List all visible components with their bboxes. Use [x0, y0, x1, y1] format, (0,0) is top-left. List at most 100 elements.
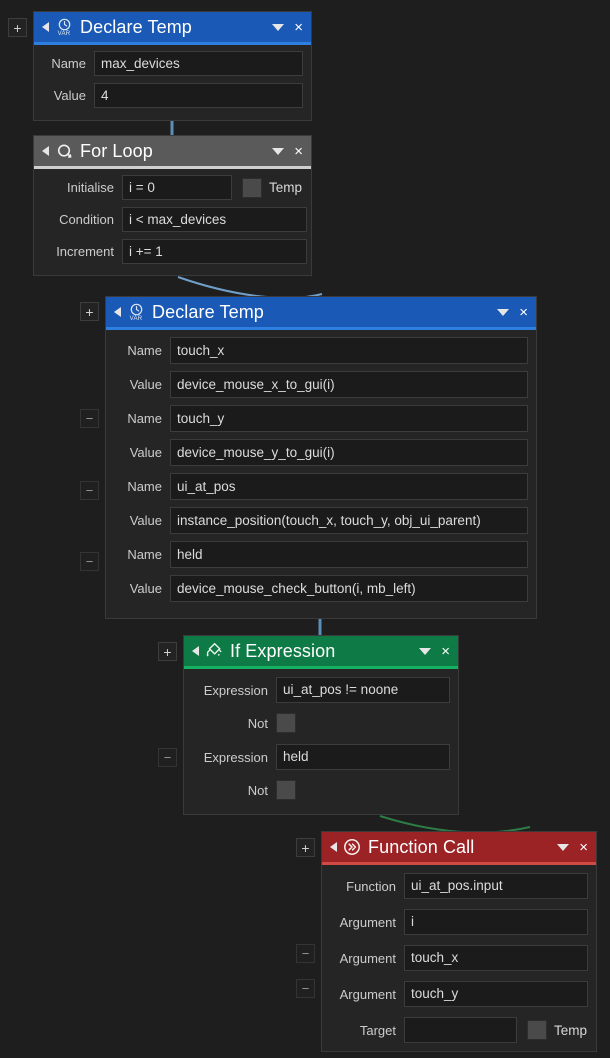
close-icon[interactable]: ×	[519, 305, 528, 320]
field-row: Name max_devices	[42, 51, 303, 76]
field-row: Argument touch_x	[326, 945, 588, 971]
wire-forloop-to-declare2	[178, 277, 322, 298]
field-label: Expression	[188, 683, 276, 698]
argument-input[interactable]: touch_x	[404, 945, 588, 971]
clock-var-icon: VAR	[126, 301, 146, 323]
plus-icon: +	[13, 21, 21, 35]
plus-icon: +	[85, 305, 93, 319]
collapse-triangle-icon[interactable]	[114, 307, 121, 317]
loop-icon	[54, 140, 74, 162]
node-header[interactable]: For Loop ×	[34, 136, 311, 166]
field-label: Value	[114, 377, 170, 392]
field-label: Initialise	[42, 180, 122, 195]
add-block-button-funccall[interactable]: +	[296, 838, 315, 857]
collapse-triangle-icon[interactable]	[330, 842, 337, 852]
node-function-call[interactable]: Function Call × Function ui_at_pos.input…	[321, 831, 597, 1052]
node-header[interactable]: VAR Declare Temp ×	[34, 12, 311, 42]
name-input[interactable]: ui_at_pos	[170, 473, 528, 500]
increment-input[interactable]: i += 1	[122, 239, 307, 264]
field-label: Argument	[326, 915, 404, 930]
name-input[interactable]: touch_x	[170, 337, 528, 364]
field-label: Not	[188, 783, 276, 798]
value-input[interactable]: 4	[94, 83, 303, 108]
remove-row-button-declare2-3[interactable]: −	[80, 552, 99, 571]
node-header[interactable]: Function Call ×	[322, 832, 596, 862]
var-sublabel: VAR	[58, 31, 71, 37]
remove-row-button-ifexpr-1[interactable]: −	[158, 748, 177, 767]
node-declare-temp-2[interactable]: VAR Declare Temp × Name touch_x Value de…	[105, 296, 537, 619]
temp-checkbox[interactable]	[242, 178, 262, 198]
node-title: Declare Temp	[80, 17, 192, 38]
minus-icon: −	[302, 947, 310, 961]
initialise-input[interactable]: i = 0	[122, 175, 232, 200]
remove-row-button-declare2-1[interactable]: −	[80, 409, 99, 428]
not-checkbox[interactable]	[276, 780, 296, 800]
chevron-down-icon[interactable]	[497, 309, 509, 316]
name-input[interactable]: max_devices	[94, 51, 303, 76]
target-input[interactable]	[404, 1017, 517, 1043]
node-declare-temp-1[interactable]: VAR Declare Temp × Name max_devices Valu…	[33, 11, 312, 121]
collapse-triangle-icon[interactable]	[42, 146, 49, 156]
collapse-triangle-icon[interactable]	[42, 22, 49, 32]
field-label: Value	[114, 581, 170, 596]
remove-row-button-funccall-2[interactable]: −	[296, 979, 315, 998]
minus-icon: −	[86, 412, 94, 426]
value-input[interactable]: device_mouse_x_to_gui(i)	[170, 371, 528, 398]
value-input[interactable]: instance_position(touch_x, touch_y, obj_…	[170, 507, 528, 534]
field-row: Argument i	[326, 909, 588, 935]
node-header[interactable]: VAR Declare Temp ×	[106, 297, 536, 327]
field-row: Value instance_position(touch_x, touch_y…	[114, 507, 528, 534]
node-body: Name touch_x Value device_mouse_x_to_gui…	[106, 330, 536, 610]
chevron-down-icon[interactable]	[272, 24, 284, 31]
node-title: Function Call	[368, 837, 474, 858]
field-row: Value device_mouse_x_to_gui(i)	[114, 371, 528, 398]
field-label: Name	[114, 343, 170, 358]
field-row: Condition i < max_devices	[42, 207, 303, 232]
minus-icon: −	[86, 484, 94, 498]
node-header[interactable]: If Expression ×	[184, 636, 458, 666]
close-icon[interactable]: ×	[579, 840, 588, 855]
field-label: Target	[326, 1023, 404, 1038]
close-icon[interactable]: ×	[294, 144, 303, 159]
node-graph-canvas: + + − − − + − + − − VAR Declare Temp × N…	[0, 0, 610, 1058]
node-if-expression[interactable]: If Expression × Expression ui_at_pos != …	[183, 635, 459, 815]
close-icon[interactable]: ×	[294, 20, 303, 35]
field-label: Value	[114, 513, 170, 528]
temp-checkbox[interactable]	[527, 1020, 547, 1040]
field-row: Name held	[114, 541, 528, 568]
chevron-down-icon[interactable]	[272, 148, 284, 155]
function-input[interactable]: ui_at_pos.input	[404, 873, 588, 899]
chevron-down-icon[interactable]	[557, 844, 569, 851]
add-block-button-declare1[interactable]: +	[8, 18, 27, 37]
field-row: Name ui_at_pos	[114, 473, 528, 500]
field-label: Name	[114, 411, 170, 426]
field-label: Condition	[42, 212, 122, 227]
field-row: Expression held	[188, 744, 450, 770]
value-input[interactable]: device_mouse_y_to_gui(i)	[170, 439, 528, 466]
field-row: Not	[188, 713, 450, 733]
remove-row-button-funccall-1[interactable]: −	[296, 944, 315, 963]
plus-icon: +	[301, 841, 309, 855]
argument-input[interactable]: i	[404, 909, 588, 935]
temp-checkbox-label: Temp	[554, 1023, 587, 1038]
collapse-triangle-icon[interactable]	[192, 646, 199, 656]
node-for-loop[interactable]: For Loop × Initialise i = 0 Temp Conditi…	[33, 135, 312, 276]
name-input[interactable]: touch_y	[170, 405, 528, 432]
name-input[interactable]: held	[170, 541, 528, 568]
add-block-button-ifexpr[interactable]: +	[158, 642, 177, 661]
chevron-down-icon[interactable]	[419, 648, 431, 655]
add-block-button-declare2[interactable]: +	[80, 302, 99, 321]
node-title: If Expression	[230, 641, 335, 662]
field-label: Value	[42, 88, 94, 103]
field-label: Argument	[326, 987, 404, 1002]
expression-input[interactable]: ui_at_pos != noone	[276, 677, 450, 703]
argument-input[interactable]: touch_y	[404, 981, 588, 1007]
expression-input[interactable]: held	[276, 744, 450, 770]
close-icon[interactable]: ×	[441, 644, 450, 659]
not-checkbox[interactable]	[276, 713, 296, 733]
value-input[interactable]: device_mouse_check_button(i, mb_left)	[170, 575, 528, 602]
condition-input[interactable]: i < max_devices	[122, 207, 307, 232]
remove-row-button-declare2-2[interactable]: −	[80, 481, 99, 500]
field-label: Not	[188, 716, 276, 731]
node-body: Expression ui_at_pos != noone Not Expres…	[184, 669, 458, 809]
